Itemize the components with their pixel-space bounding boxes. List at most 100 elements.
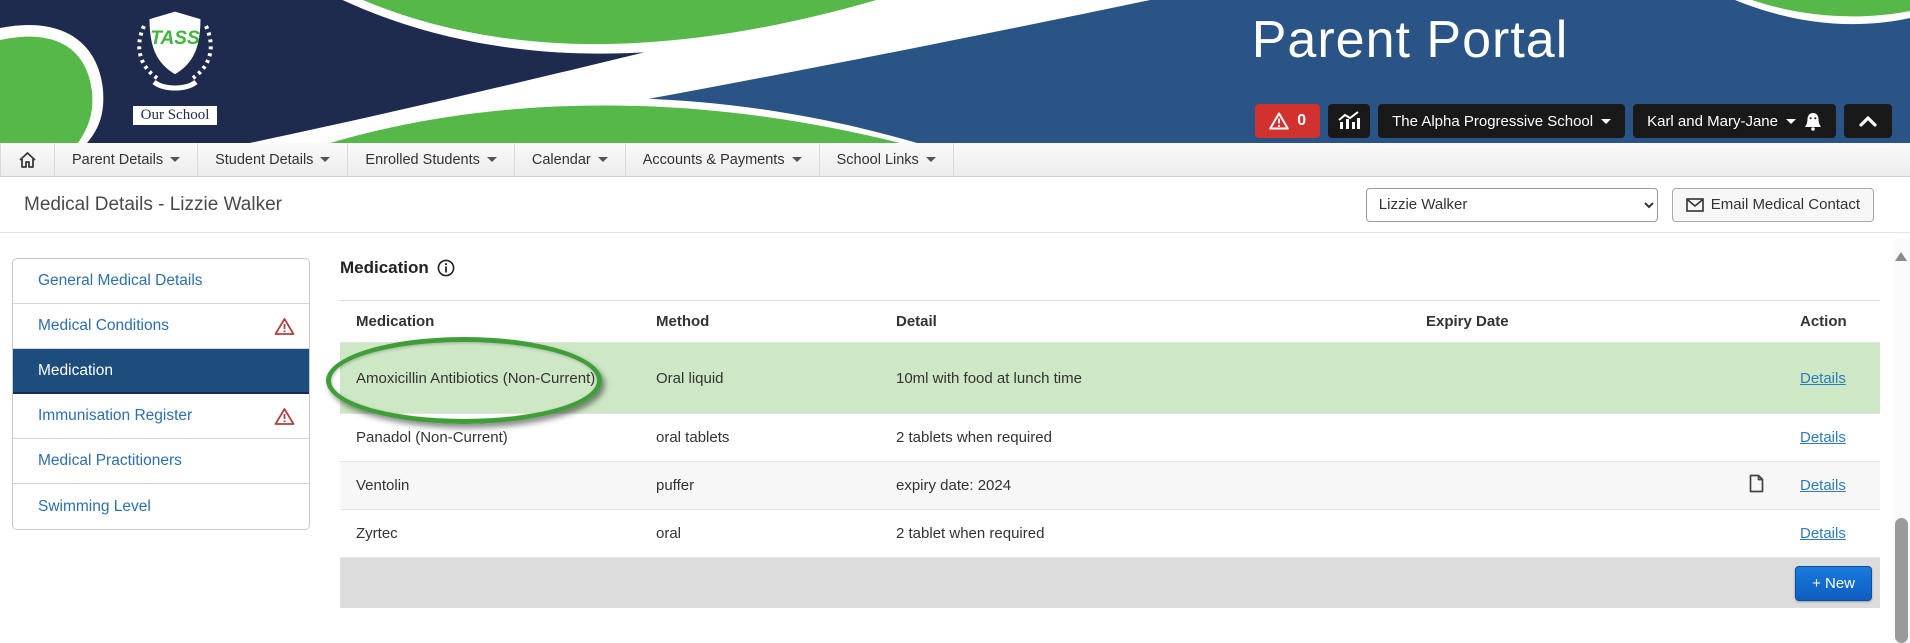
sidebar-item-medical-practitioners[interactable]: Medical Practitioners (13, 439, 309, 484)
email-medical-contact-button[interactable]: Email Medical Contact (1672, 188, 1874, 222)
student-select[interactable]: Lizzie Walker (1366, 188, 1658, 222)
nav-school-links[interactable]: School Links (820, 143, 954, 176)
cell-expiry (1410, 528, 1670, 540)
cell-detail: 2 tablets when required (880, 423, 1410, 452)
table-row: Amoxicillin Antibiotics (Non-Current) Or… (340, 343, 1880, 414)
attachment-document-icon[interactable] (1749, 474, 1764, 493)
page-title-bar: Medical Details - Lizzie Walker Lizzie W… (0, 177, 1910, 233)
header-toolbar: 0 The Alpha Progressive School Karl and … (1255, 104, 1892, 138)
cell-medication: Ventolin (340, 471, 640, 500)
notification-bell-icon[interactable] (1804, 112, 1822, 131)
warning-triangle-icon (274, 317, 295, 336)
sidebar-item-medical-conditions[interactable]: Medical Conditions (13, 304, 309, 349)
email-button-label: Email Medical Contact (1711, 196, 1860, 213)
home-icon (18, 151, 37, 169)
main-nav: Parent Details Student Details Enrolled … (0, 143, 1910, 177)
chevron-down-icon (170, 157, 180, 162)
nav-label: Accounts & Payments (643, 152, 785, 168)
cell-spacer (1670, 432, 1728, 444)
envelope-icon (1686, 198, 1704, 212)
cell-detail: expiry date: 2024 (880, 471, 1410, 500)
school-menu-label: The Alpha Progressive School (1392, 113, 1593, 130)
chevron-down-icon (792, 157, 802, 162)
cell-method: oral (640, 519, 880, 548)
cell-medication: Zyrtec (340, 519, 640, 548)
medication-table: Medication Method Detail Expiry Date Act… (340, 301, 1880, 558)
collapse-header-button[interactable] (1844, 104, 1892, 138)
page-title: Medical Details - Lizzie Walker (24, 194, 282, 216)
cell-medication: Panadol (Non-Current) (340, 423, 640, 452)
svg-text:TASS: TASS (150, 28, 200, 49)
medication-panel: Medication Medication Method Detail Expi… (340, 258, 1880, 608)
chevron-down-icon (1601, 119, 1611, 124)
table-footer-bar: + New (340, 558, 1880, 608)
scrollbar-up-arrow[interactable] (1895, 252, 1907, 261)
scrollbar-thumb[interactable] (1895, 518, 1908, 643)
cell-detail: 10ml with food at lunch time (880, 364, 1410, 393)
table-row: Ventolin puffer expiry date: 2024 Detail… (340, 462, 1880, 510)
warning-triangle-icon (1269, 112, 1289, 130)
cell-attachment (1728, 468, 1784, 503)
sidebar-item-label: General Medical Details (38, 272, 203, 290)
cell-attachment (1728, 372, 1784, 384)
nav-label: Student Details (215, 152, 313, 168)
details-link[interactable]: Details (1800, 370, 1846, 387)
alerts-button[interactable]: 0 (1255, 104, 1320, 138)
cell-attachment (1728, 432, 1784, 444)
details-link[interactable]: Details (1800, 477, 1846, 494)
sidebar-item-label: Immunisation Register (38, 407, 192, 425)
portal-title: Parent Portal (1165, 10, 1655, 70)
sidebar-item-general-medical-details[interactable]: General Medical Details (13, 259, 309, 304)
header-banner: TASS Our School Parent Portal 0 The Alph… (0, 0, 1910, 143)
chevron-down-icon (487, 157, 497, 162)
warning-triangle-icon (274, 407, 295, 426)
sidebar-item-label: Medical Conditions (38, 317, 169, 335)
nav-parent-details[interactable]: Parent Details (55, 143, 198, 176)
nav-home[interactable] (0, 143, 55, 176)
table-row: Zyrtec oral 2 tablet when required Detai… (340, 510, 1880, 558)
medical-sidebar: General Medical Details Medical Conditio… (12, 258, 310, 530)
reports-button[interactable] (1328, 104, 1370, 138)
cell-spacer (1670, 480, 1728, 492)
nav-calendar[interactable]: Calendar (515, 143, 626, 176)
school-menu-button[interactable]: The Alpha Progressive School (1378, 104, 1625, 138)
column-header-method: Method (640, 307, 880, 336)
cell-spacer (1670, 372, 1728, 384)
chevron-down-icon (926, 157, 936, 162)
sidebar-item-immunisation-register[interactable]: Immunisation Register (13, 394, 309, 439)
sidebar-item-swimming-level[interactable]: Swimming Level (13, 484, 309, 529)
info-icon[interactable] (437, 259, 455, 277)
school-logo: TASS Our School (120, 6, 230, 127)
bar-chart-icon (1338, 111, 1360, 131)
cell-spacer (1670, 528, 1728, 540)
details-link[interactable]: Details (1800, 429, 1846, 446)
user-menu-button[interactable]: Karl and Mary-Jane (1633, 104, 1836, 138)
cell-detail: 2 tablet when required (880, 519, 1410, 548)
new-medication-button[interactable]: + New (1795, 566, 1872, 601)
nav-label: Parent Details (72, 152, 163, 168)
cell-method: oral tablets (640, 423, 880, 452)
cell-medication: Amoxicillin Antibiotics (Non-Current) (340, 364, 640, 393)
nav-label: Calendar (532, 152, 591, 168)
school-name-banner: Our School (131, 104, 220, 127)
sidebar-item-label: Swimming Level (38, 498, 151, 516)
user-menu-label: Karl and Mary-Jane (1647, 113, 1778, 130)
nav-accounts-payments[interactable]: Accounts & Payments (626, 143, 820, 176)
nav-label: School Links (837, 152, 919, 168)
details-link[interactable]: Details (1800, 525, 1846, 542)
sidebar-item-medication[interactable]: Medication (13, 349, 309, 394)
nav-label: Enrolled Students (365, 152, 479, 168)
nav-student-details[interactable]: Student Details (198, 143, 348, 176)
section-title-text: Medication (340, 258, 429, 278)
content-area: General Medical Details Medical Conditio… (0, 233, 1910, 608)
cell-expiry (1410, 372, 1670, 384)
chevron-down-icon (1786, 119, 1796, 124)
nav-enrolled-students[interactable]: Enrolled Students (348, 143, 514, 176)
alerts-count-badge: 0 (1297, 112, 1306, 130)
column-header-action: Action (1784, 307, 1880, 336)
chevron-up-icon (1859, 115, 1877, 127)
section-title: Medication (340, 258, 1880, 278)
school-crest-icon: TASS (120, 6, 230, 102)
cell-method: puffer (640, 471, 880, 500)
cell-expiry (1410, 432, 1670, 444)
